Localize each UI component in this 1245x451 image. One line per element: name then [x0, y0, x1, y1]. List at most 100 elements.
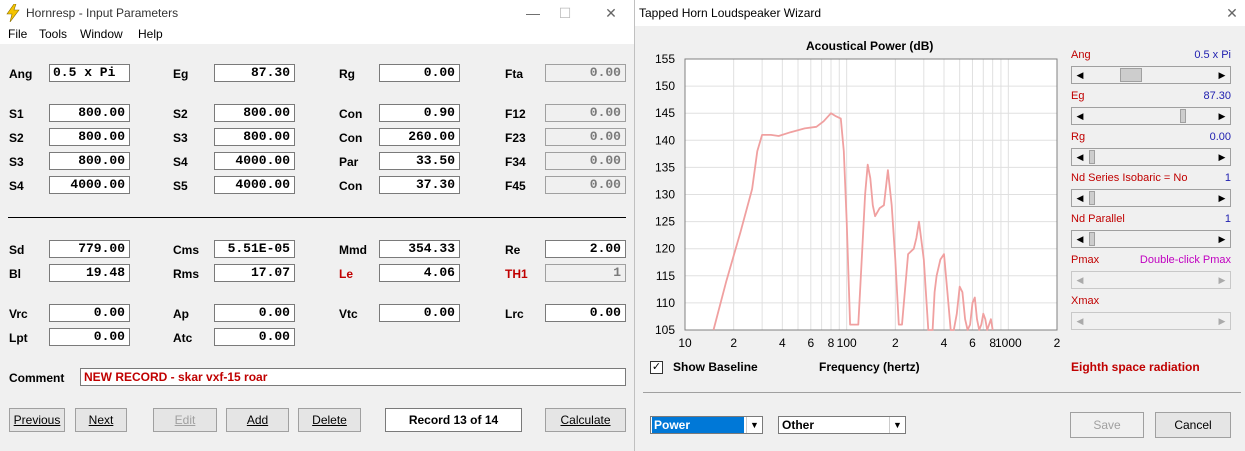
arrow-left-icon[interactable]: ◀: [1072, 272, 1088, 288]
field-s1[interactable]: 800.00: [49, 104, 130, 122]
label-fta: Fta: [505, 67, 523, 81]
output-type-combo[interactable]: Power ▼: [650, 416, 763, 434]
field-con[interactable]: 0.90: [379, 104, 460, 122]
field-bl[interactable]: 19.48: [49, 264, 130, 282]
slider-thumb[interactable]: [1089, 150, 1095, 164]
arrow-right-icon[interactable]: ▶: [1214, 272, 1230, 288]
edit-button[interactable]: Edit: [153, 408, 217, 432]
field-vtc[interactable]: 0.00: [379, 304, 460, 322]
field-fta[interactable]: 0.00: [545, 64, 626, 82]
maximize-icon[interactable]: ☐: [550, 3, 580, 23]
arrow-right-icon[interactable]: ▶: [1214, 108, 1230, 124]
nd-series-slider[interactable]: ◀ ▶: [1071, 189, 1231, 207]
slider-thumb[interactable]: [1180, 109, 1186, 123]
field-le[interactable]: 4.06: [379, 264, 460, 282]
field-con[interactable]: 37.30: [379, 176, 460, 194]
arrow-right-icon[interactable]: ▶: [1214, 190, 1230, 206]
field-atc[interactable]: 0.00: [214, 328, 295, 346]
field-re[interactable]: 2.00: [545, 240, 626, 258]
field-con[interactable]: 260.00: [379, 128, 460, 146]
arrow-right-icon[interactable]: ▶: [1214, 149, 1230, 165]
wizard-close-icon[interactable]: ✕: [1217, 3, 1245, 23]
slider-thumb[interactable]: [1089, 232, 1095, 246]
label-s2: S2: [9, 131, 24, 145]
field-sd[interactable]: 779.00: [49, 240, 130, 258]
arrow-left-icon[interactable]: ◀: [1072, 313, 1088, 329]
left-titlebar: Hornresp - Input Parameters — ☐ ✕: [0, 0, 634, 26]
field-th1[interactable]: 1: [545, 264, 626, 282]
y-tick-label: 140: [655, 133, 675, 147]
previous-button[interactable]: Previous: [9, 408, 65, 432]
y-tick-label: 105: [655, 323, 675, 337]
x-axis-label: Frequency (hertz): [819, 360, 920, 374]
field-s2[interactable]: 800.00: [214, 104, 295, 122]
field-mmd[interactable]: 354.33: [379, 240, 460, 258]
arrow-left-icon[interactable]: ◀: [1072, 190, 1088, 206]
minimize-icon[interactable]: —: [518, 3, 548, 23]
nd-parallel-slider[interactable]: ◀ ▶: [1071, 230, 1231, 248]
menu-tools[interactable]: Tools: [39, 27, 67, 41]
arrow-right-icon[interactable]: ▶: [1214, 67, 1230, 83]
field-vrc[interactable]: 0.00: [49, 304, 130, 322]
field-s5[interactable]: 4000.00: [214, 176, 295, 194]
field-rms[interactable]: 17.07: [214, 264, 295, 282]
field-s4[interactable]: 4000.00: [214, 152, 295, 170]
arrow-left-icon[interactable]: ◀: [1072, 149, 1088, 165]
save-button[interactable]: Save: [1070, 412, 1144, 438]
eg-slider[interactable]: ◀ ▶: [1071, 107, 1231, 125]
delete-button[interactable]: Delete: [298, 408, 361, 432]
add-button[interactable]: Add: [226, 408, 289, 432]
field-f34[interactable]: 0.00: [545, 152, 626, 170]
arrow-right-icon[interactable]: ▶: [1214, 231, 1230, 247]
next-button[interactable]: Next: [75, 408, 127, 432]
field-lrc[interactable]: 0.00: [545, 304, 626, 322]
menu-file[interactable]: File: [8, 27, 27, 41]
other-combo[interactable]: Other ▼: [778, 416, 906, 434]
field-s3[interactable]: 800.00: [214, 128, 295, 146]
label-cms: Cms: [173, 243, 200, 257]
y-tick-label: 125: [655, 215, 675, 229]
show-baseline-checkbox[interactable]: ✓: [650, 361, 663, 374]
rg-slider[interactable]: ◀ ▶: [1071, 148, 1231, 166]
ang-value: 0.5 x Pi: [1194, 49, 1231, 61]
x-tick-label: 4: [941, 336, 948, 350]
field-s3[interactable]: 800.00: [49, 152, 130, 170]
arrow-left-icon[interactable]: ◀: [1072, 231, 1088, 247]
y-tick-label: 150: [655, 79, 675, 93]
chevron-down-icon[interactable]: ▼: [746, 417, 762, 433]
show-baseline-label: Show Baseline: [673, 360, 758, 374]
arrow-left-icon[interactable]: ◀: [1072, 67, 1088, 83]
pmax-value[interactable]: Double-click Pmax: [1121, 254, 1231, 266]
label-par: Par: [339, 155, 359, 169]
field-ap[interactable]: 0.00: [214, 304, 295, 322]
arrow-left-icon[interactable]: ◀: [1072, 108, 1088, 124]
field-rg[interactable]: 0.00: [379, 64, 460, 82]
field-lpt[interactable]: 0.00: [49, 328, 130, 346]
menu-window[interactable]: Window: [80, 27, 123, 41]
pmax-label: Pmax: [1071, 254, 1100, 266]
xmax-slider[interactable]: ◀ ▶: [1071, 312, 1231, 330]
ang-slider[interactable]: ◀ ▶: [1071, 66, 1231, 84]
field-cms[interactable]: 5.51E-05: [214, 240, 295, 258]
field-eg[interactable]: 87.30: [214, 64, 295, 82]
menu-help[interactable]: Help: [138, 27, 163, 41]
cancel-button[interactable]: Cancel: [1155, 412, 1231, 438]
field-par[interactable]: 33.50: [379, 152, 460, 170]
slider-thumb[interactable]: [1120, 68, 1142, 82]
x-tick-label: 6: [807, 336, 814, 350]
field-s2[interactable]: 800.00: [49, 128, 130, 146]
field-ang[interactable]: 0.5 x Pi: [49, 64, 130, 82]
x-tick-label: 2: [892, 336, 899, 350]
field-f45[interactable]: 0.00: [545, 176, 626, 194]
pmax-slider[interactable]: ◀ ▶: [1071, 271, 1231, 289]
y-tick-label: 155: [655, 52, 675, 66]
field-s4[interactable]: 4000.00: [49, 176, 130, 194]
close-icon[interactable]: ✕: [596, 3, 626, 23]
calculate-button[interactable]: Calculate: [545, 408, 626, 432]
chevron-down-icon[interactable]: ▼: [889, 417, 905, 433]
arrow-right-icon[interactable]: ▶: [1214, 313, 1230, 329]
field-f12[interactable]: 0.00: [545, 104, 626, 122]
comment-field[interactable]: NEW RECORD - skar vxf-15 roar: [80, 368, 626, 386]
field-f23[interactable]: 0.00: [545, 128, 626, 146]
slider-thumb[interactable]: [1089, 191, 1095, 205]
